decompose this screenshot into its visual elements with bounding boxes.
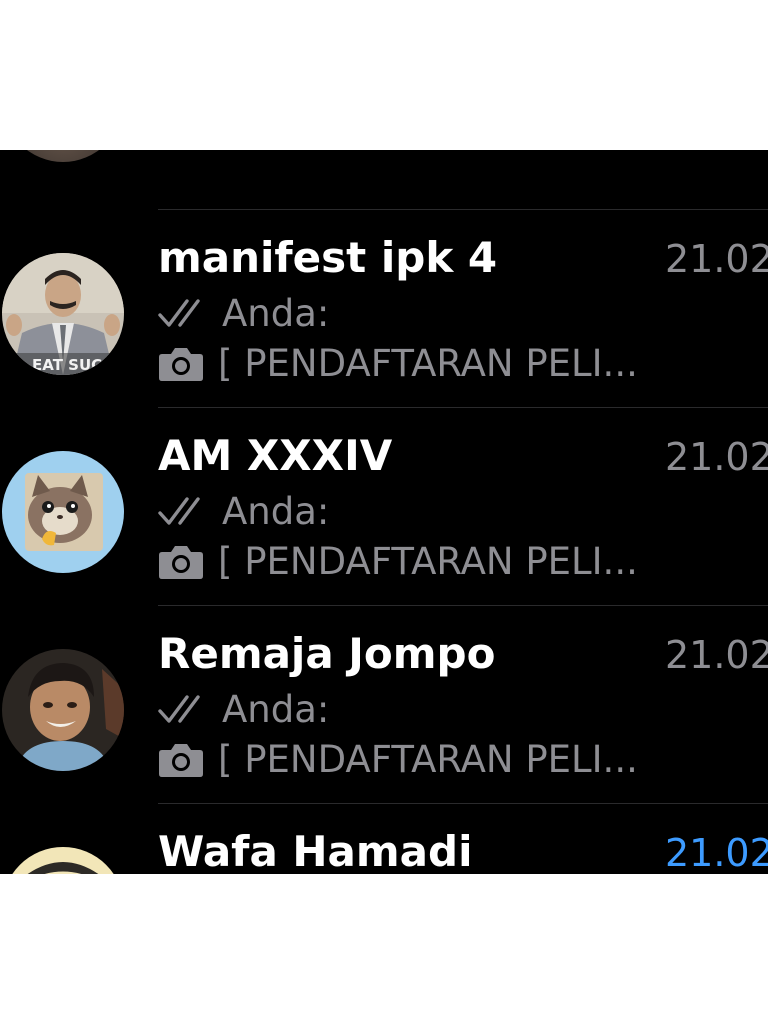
- chat-row-wafa-hamadi[interactable]: Wafa Hamadi 21.02: [0, 804, 768, 874]
- chat-time: 21.02: [665, 237, 768, 281]
- chat-list: EAT SUCC manifest ipk 4 21.02 Anda: [ PE…: [0, 150, 768, 874]
- camera-icon: [159, 744, 203, 777]
- sender-line: Anda:: [158, 486, 329, 536]
- message-preview: [ PENDAFTARAN PELI...: [218, 341, 638, 385]
- chat-time: 21.02: [665, 435, 768, 479]
- chat-name: Wafa Hamadi: [158, 827, 473, 874]
- sender-label: Anda:: [222, 687, 330, 731]
- preview-line: [ PENDAFTARAN PELI...: [158, 338, 638, 388]
- double-check-icon: [158, 497, 200, 525]
- chat-name: Remaja Jompo: [158, 629, 496, 678]
- avatar[interactable]: [3, 150, 123, 162]
- chat-time: 21.02: [665, 633, 768, 677]
- camera-icon: [159, 348, 203, 381]
- chat-name: manifest ipk 4: [158, 233, 498, 282]
- message-preview: [ PENDAFTARAN PELI...: [218, 737, 638, 781]
- avatar[interactable]: [2, 847, 124, 874]
- sender-label: Anda:: [222, 291, 330, 335]
- sender-line: Anda:: [158, 684, 329, 734]
- chat-name: AM XXXIV: [158, 431, 393, 480]
- avatar-caption: EAT SUCC: [32, 356, 113, 374]
- avatar[interactable]: EAT SUCC: [2, 253, 124, 375]
- chat-row-am-xxxiv[interactable]: AM XXXIV 21.02 Anda: [ PENDAFTARAN PELI.…: [0, 408, 768, 606]
- avatar[interactable]: [2, 649, 124, 771]
- sender-label: Anda:: [222, 489, 330, 533]
- camera-icon: [159, 546, 203, 579]
- preview-line: [ PENDAFTARAN PELI...: [158, 734, 638, 784]
- avatar[interactable]: [2, 451, 124, 573]
- double-check-icon: [158, 695, 200, 723]
- chat-time: 21.02: [665, 831, 768, 874]
- chat-row-manifest-ipk-4[interactable]: EAT SUCC manifest ipk 4 21.02 Anda: [ PE…: [0, 210, 768, 408]
- preview-line: [ PENDAFTARAN PELI...: [158, 536, 638, 586]
- message-preview: [ PENDAFTARAN PELI...: [218, 539, 638, 583]
- sender-line: Anda:: [158, 288, 329, 338]
- double-check-icon: [158, 299, 200, 327]
- chat-row-remaja-jompo[interactable]: Remaja Jompo 21.02 Anda: [ PENDAFTARAN P…: [0, 606, 768, 804]
